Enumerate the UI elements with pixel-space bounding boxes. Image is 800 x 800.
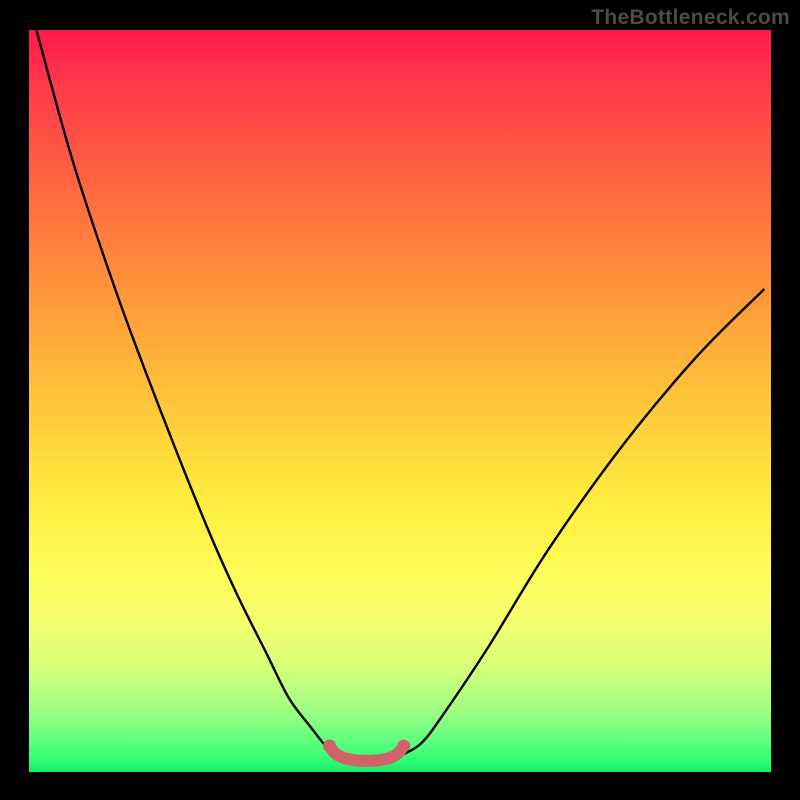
curve-layer — [29, 30, 771, 772]
plot-area — [29, 30, 771, 772]
valley-dot-left — [323, 740, 336, 753]
chart-stage: TheBottleneck.com — [0, 0, 800, 800]
valley-accent — [330, 746, 404, 761]
watermark-label: TheBottleneck.com — [591, 6, 790, 30]
valley-dot-right — [397, 740, 410, 753]
main-curve — [36, 30, 763, 760]
